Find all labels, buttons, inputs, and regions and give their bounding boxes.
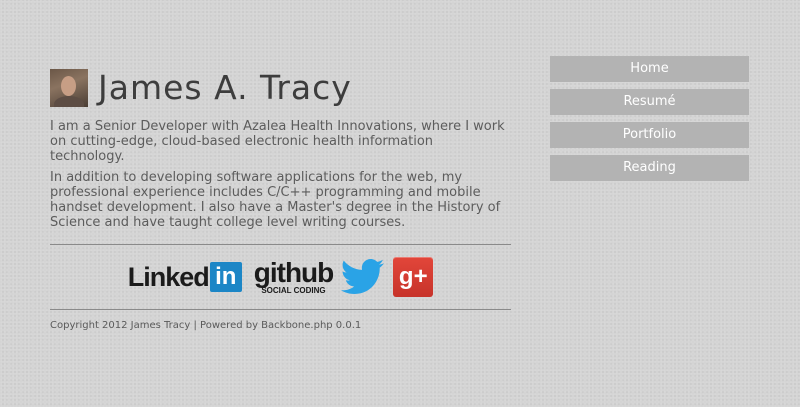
main-content: James A. Tracy I am a Senior Developer w…: [50, 68, 511, 332]
github-tagline: SOCIAL CODING: [261, 285, 326, 295]
nav-reading-button[interactable]: Reading: [550, 155, 749, 181]
linkedin-link[interactable]: Linked in: [128, 262, 242, 293]
nav-home-button[interactable]: Home: [550, 56, 749, 82]
divider: [50, 309, 511, 310]
avatar: [50, 69, 88, 107]
twitter-bird-icon: [341, 259, 385, 294]
google-plus-icon: g+: [393, 257, 434, 297]
main-nav: Home Resumé Portfolio Reading: [550, 56, 749, 188]
avatar-shoulders: [54, 96, 84, 107]
bio-paragraph: In addition to developing software appli…: [50, 170, 501, 230]
nav-resume-button[interactable]: Resumé: [550, 89, 749, 115]
googleplus-link[interactable]: g+: [393, 257, 434, 297]
page-title: James A. Tracy: [98, 68, 352, 107]
linkedin-wordmark: Linked: [127, 261, 210, 292]
avatar-face: [61, 76, 76, 96]
github-link[interactable]: github SOCIAL CODING: [253, 256, 335, 295]
footer-text: Copyright 2012 James Tracy | Powered by …: [50, 320, 362, 331]
bio-section: I am a Senior Developer with Azalea Heal…: [50, 119, 511, 230]
twitter-link[interactable]: [341, 259, 385, 295]
linkedin-icon: in: [209, 262, 242, 292]
nav-portfolio-button[interactable]: Portfolio: [550, 122, 749, 148]
page-header: James A. Tracy: [50, 68, 511, 108]
social-links: Linked in github SOCIAL CODING g+: [50, 245, 511, 309]
bio-paragraph: I am a Senior Developer with Azalea Heal…: [50, 119, 505, 164]
github-wordmark: github: [253, 256, 335, 288]
